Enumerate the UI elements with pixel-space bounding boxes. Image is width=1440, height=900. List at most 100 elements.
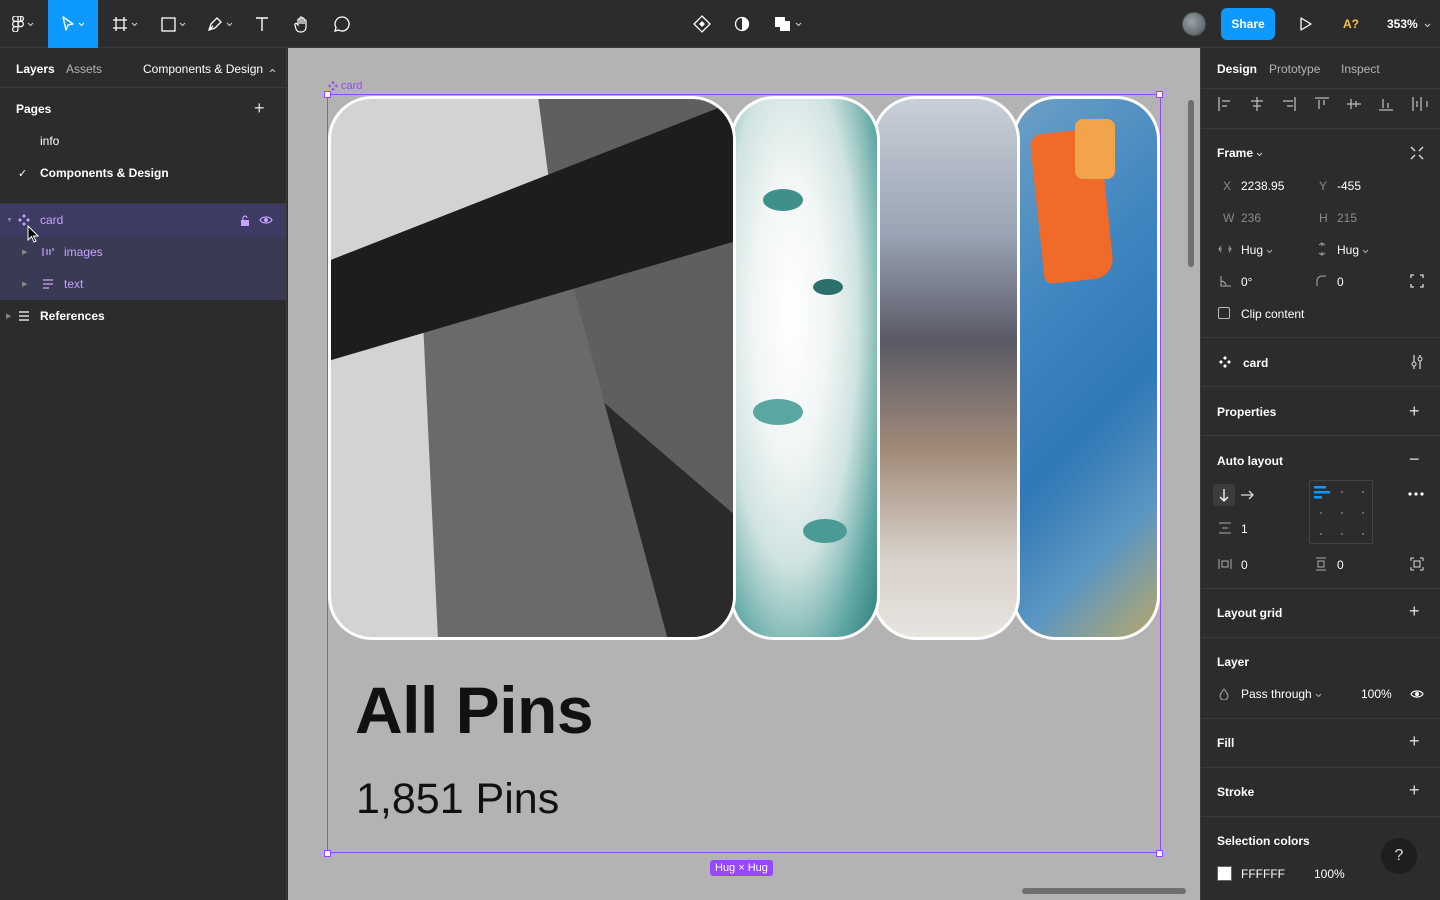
play-icon [1300, 17, 1312, 31]
layer-name-references: References [40, 309, 105, 323]
vertical-scrollbar[interactable] [1188, 100, 1194, 267]
frame-section-title[interactable]: Frame [1217, 146, 1263, 160]
independent-corners-icon[interactable] [1410, 274, 1424, 288]
y-label: Y [1319, 179, 1328, 193]
chevron-down-icon [179, 22, 185, 26]
item-spacing-icon [1219, 522, 1231, 534]
boolean-tool-button[interactable] [768, 0, 808, 48]
present-button[interactable] [1292, 0, 1320, 48]
comment-tool-button[interactable] [328, 0, 356, 48]
layer-row-text[interactable]: ▶ text [0, 268, 286, 300]
page-selector[interactable]: Components & Design [143, 62, 276, 76]
clip-content-checkbox[interactable] [1218, 307, 1230, 319]
add-page-button[interactable]: + [254, 98, 265, 119]
unlock-icon[interactable] [240, 214, 250, 226]
zoom-dropdown[interactable]: 353% [1387, 17, 1431, 31]
page-selector-label: Components & Design [143, 62, 264, 76]
chevron-down-icon [78, 22, 85, 26]
expand-arrow-icon[interactable]: ▶ [6, 312, 11, 320]
divider [1201, 767, 1440, 768]
layer-row-references[interactable]: ▶ References [0, 300, 286, 332]
vertical-padding-input[interactable]: 0 [1337, 558, 1344, 572]
selection-frame[interactable] [327, 94, 1161, 853]
left-panel: Layers Assets Components & Design Pages … [0, 48, 287, 900]
y-input[interactable]: -455 [1337, 179, 1361, 193]
horizontal-resizing-dropdown[interactable]: Hug [1241, 243, 1273, 257]
selection-color-opacity[interactable]: 100% [1314, 867, 1345, 881]
chevron-down-icon [1315, 693, 1322, 698]
hand-tool-button[interactable] [288, 0, 316, 48]
layer-row-images[interactable]: ▶ images [0, 236, 286, 268]
resize-handle[interactable] [1156, 850, 1163, 857]
tab-assets[interactable]: Assets [66, 62, 102, 76]
horizontal-scrollbar[interactable] [1022, 888, 1186, 894]
frame-tool-button[interactable] [106, 0, 144, 48]
item-spacing-input[interactable]: 1 [1241, 522, 1248, 536]
horizontal-resizing-icon [1218, 245, 1232, 253]
component-icon [328, 81, 338, 91]
eye-icon[interactable] [1410, 689, 1424, 699]
rotation-icon [1220, 276, 1231, 287]
page-item-components-design[interactable]: Components & Design [40, 166, 169, 180]
tab-inspect[interactable]: Inspect [1341, 62, 1380, 76]
layer-row-card[interactable]: ▼ card [0, 204, 286, 236]
divider [1201, 718, 1440, 719]
page-item-info[interactable]: info [40, 134, 59, 148]
pen-tool-button[interactable] [200, 0, 240, 48]
canvas[interactable]: card All Pins 1,851 Pins Hug × Hug [288, 48, 1200, 900]
component-tool-button[interactable] [688, 0, 716, 48]
alignment-grid[interactable] [1309, 480, 1373, 544]
shape-tool-button[interactable] [154, 0, 192, 48]
add-stroke-button[interactable]: + [1409, 781, 1420, 799]
mask-tool-button[interactable] [728, 0, 756, 48]
selection-color-hex[interactable]: FFFFFF [1241, 867, 1285, 881]
blend-mode-dropdown[interactable]: Pass through [1241, 687, 1322, 701]
arrow-right-icon[interactable] [1239, 488, 1255, 502]
h-input[interactable]: 215 [1337, 211, 1357, 225]
add-property-button[interactable]: + [1409, 402, 1420, 420]
horizontal-padding-input[interactable]: 0 [1241, 558, 1248, 572]
vertical-direction-button[interactable] [1213, 484, 1235, 506]
text-tool-button[interactable] [248, 0, 276, 48]
expand-arrow-icon[interactable]: ▼ [6, 217, 13, 224]
resize-handle[interactable] [324, 850, 331, 857]
move-tool-button[interactable] [48, 0, 98, 48]
user-avatar[interactable] [1182, 12, 1206, 36]
eye-icon[interactable] [259, 215, 273, 225]
alignment-toolbar [1218, 97, 1428, 111]
resize-handle[interactable] [1156, 91, 1163, 98]
main-menu-button[interactable] [0, 0, 46, 48]
individual-padding-icon[interactable] [1410, 557, 1424, 571]
chevron-down-icon [795, 22, 802, 26]
resize-to-fit-icon[interactable] [1409, 145, 1425, 161]
component-icon [1219, 356, 1231, 368]
tab-design[interactable]: Design [1217, 62, 1257, 76]
corner-radius-input[interactable]: 0 [1337, 275, 1344, 289]
accessibility-check-button[interactable]: A? [1343, 17, 1359, 31]
frame-label[interactable]: card [328, 80, 362, 92]
resize-handle[interactable] [324, 91, 331, 98]
tab-prototype[interactable]: Prototype [1269, 62, 1320, 76]
add-fill-button[interactable]: + [1409, 732, 1420, 750]
add-layout-grid-button[interactable]: + [1409, 602, 1420, 620]
horizontal-resizing-value: Hug [1241, 243, 1264, 257]
more-options-icon[interactable] [1408, 492, 1424, 496]
expand-arrow-icon[interactable]: ▶ [22, 280, 27, 288]
rotation-input[interactable]: 0° [1241, 275, 1252, 289]
tab-layers[interactable]: Layers [16, 62, 55, 76]
component-name[interactable]: card [1243, 356, 1268, 370]
help-button[interactable]: ? [1381, 838, 1417, 874]
vertical-resizing-dropdown[interactable]: Hug [1337, 243, 1369, 257]
x-input[interactable]: 2238.95 [1241, 179, 1284, 193]
auto-layout-horizontal-icon [42, 248, 54, 256]
component-settings-icon[interactable] [1410, 354, 1424, 370]
right-panel: Design Prototype Inspect Frame X 2238.95… [1200, 48, 1440, 900]
expand-arrow-icon[interactable]: ▶ [22, 248, 27, 256]
color-swatch-white[interactable] [1217, 866, 1232, 881]
layer-opacity-input[interactable]: 100% [1361, 687, 1392, 701]
x-label: X [1223, 179, 1232, 193]
share-button[interactable]: Share [1221, 8, 1275, 40]
remove-auto-layout-button[interactable]: − [1409, 450, 1420, 468]
w-input[interactable]: 236 [1241, 211, 1261, 225]
divider [1201, 816, 1440, 817]
